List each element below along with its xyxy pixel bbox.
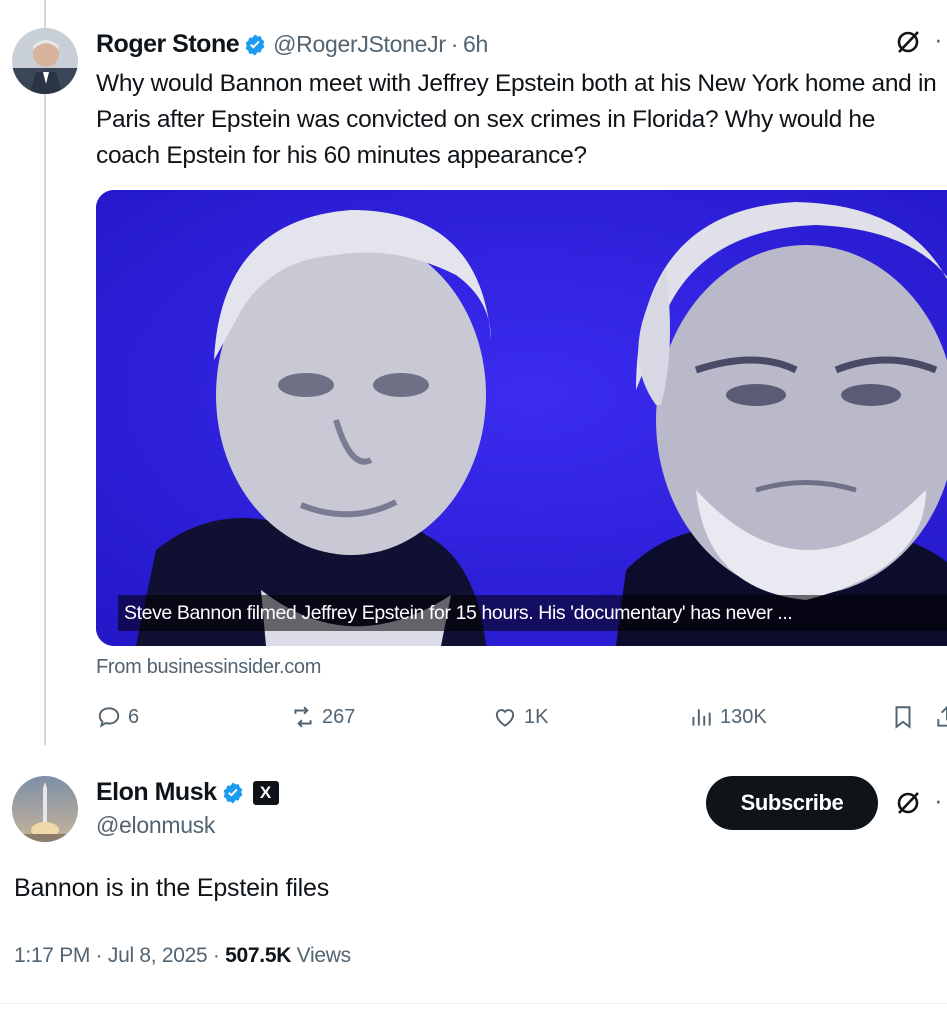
tweet-views-count: 507.5K (225, 944, 292, 967)
roger-stone-avatar[interactable] (12, 28, 78, 94)
repost-count: 267 (322, 705, 356, 728)
tweet-date[interactable]: Jul 8, 2025 (108, 944, 208, 967)
reply-count: 6 (128, 705, 140, 728)
verified-badge-icon (243, 33, 267, 57)
tweet-views-label: Views (296, 944, 351, 967)
quoted-tweet-actions: 6 267 1K 130K (96, 704, 947, 738)
thread-connector-line (44, 0, 46, 745)
main-tweet-header: Elon Musk X (96, 778, 279, 807)
bookmark-icon (895, 706, 911, 729)
link-preview-caption: Steve Bannon filmed Jeffrey Epstein for … (118, 595, 947, 631)
link-preview-card[interactable]: Steve Bannon filmed Jeffrey Epstein for … (96, 190, 947, 646)
link-source-domain[interactable]: From businessinsider.com (96, 656, 321, 679)
more-icon[interactable]: · (934, 24, 943, 55)
like-button[interactable]: 1K (492, 704, 548, 730)
verified-badge-icon (221, 781, 245, 805)
share-icon (937, 705, 947, 727)
repost-icon (294, 706, 312, 728)
grok-icon[interactable] (894, 789, 922, 824)
views-button[interactable]: 130K (688, 704, 767, 730)
views-count: 130K (720, 705, 767, 728)
quoted-tweet-text: Why would Bannon meet with Jeffrey Epste… (96, 70, 937, 169)
grok-icon[interactable] (894, 28, 922, 63)
main-author-handle[interactable]: @elonmusk (96, 812, 215, 839)
quoted-author-handle[interactable]: @RogerJStoneJr (273, 31, 446, 58)
reply-icon (98, 707, 120, 728)
x-affiliate-badge-icon[interactable]: X (252, 780, 279, 805)
like-count: 1K (524, 705, 549, 728)
share-button[interactable] (934, 704, 947, 730)
main-tweet-text: Bannon is in the Epstein files (14, 874, 330, 902)
repost-button[interactable]: 267 (290, 704, 355, 730)
main-author-name[interactable]: Elon Musk (96, 778, 217, 807)
views-icon (692, 709, 711, 726)
meta-separator: · (95, 944, 103, 967)
meta-separator: · (212, 944, 220, 967)
quoted-tweet-time[interactable]: 6h (463, 31, 488, 58)
subscribe-button[interactable]: Subscribe (706, 776, 878, 830)
reply-button[interactable]: 6 (96, 704, 139, 730)
article-image (96, 190, 947, 646)
quoted-tweet-header: Roger Stone @RogerJStoneJr · 6h (96, 30, 488, 59)
header-separator: · (450, 31, 459, 57)
quoted-author-name[interactable]: Roger Stone (96, 30, 240, 59)
bookmark-button[interactable] (890, 704, 922, 730)
tweet-time[interactable]: 1:17 PM (14, 944, 90, 967)
more-icon[interactable]: · (934, 785, 943, 816)
bottom-divider (0, 1003, 947, 1004)
like-icon (495, 709, 515, 727)
main-tweet-meta: 1:17 PM · Jul 8, 2025 · 507.5K Views (14, 944, 351, 968)
elon-musk-avatar[interactable] (12, 776, 78, 842)
